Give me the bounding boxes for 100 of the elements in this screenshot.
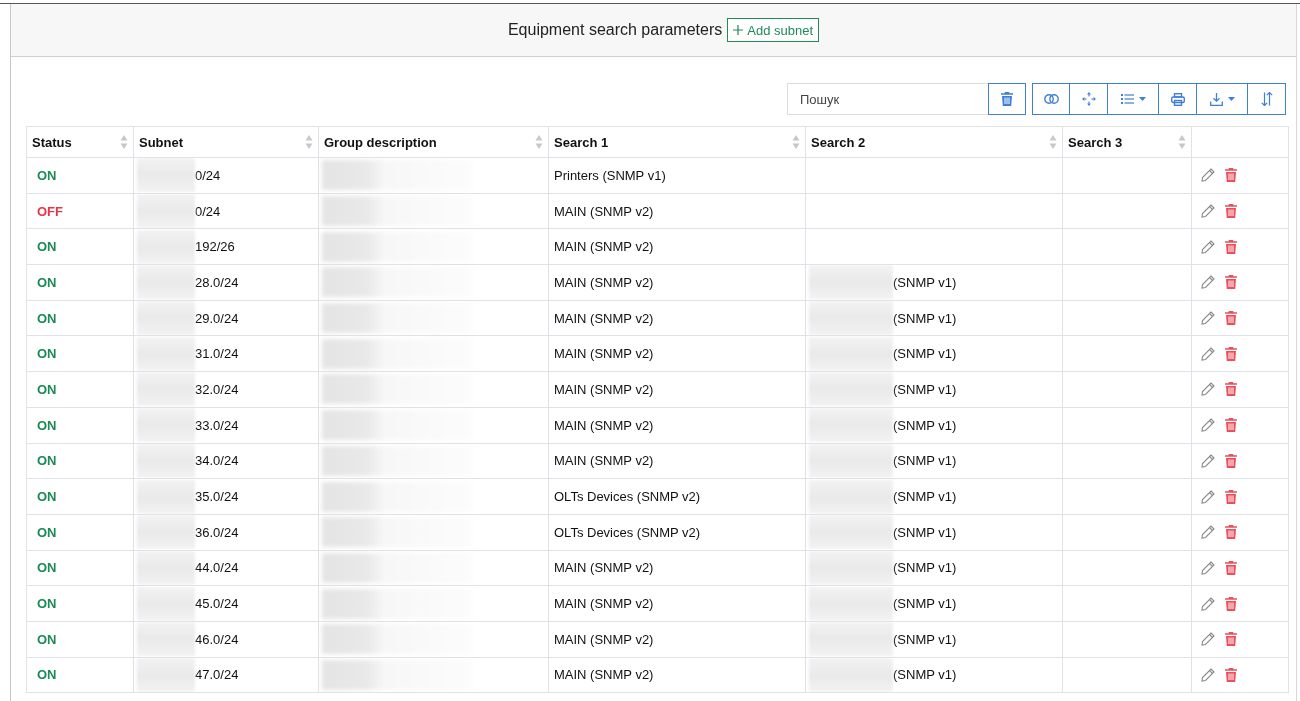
subnet-text: 192/26 bbox=[195, 239, 235, 255]
sort-button[interactable] bbox=[1248, 83, 1286, 115]
overlapping-circles-icon bbox=[1043, 94, 1059, 104]
blurred-text bbox=[137, 444, 195, 478]
toggle-button[interactable] bbox=[1032, 83, 1070, 115]
search-text: MAIN (SNMP v2) bbox=[554, 453, 654, 469]
trash-icon[interactable] bbox=[1225, 453, 1237, 468]
search-text: (SNMP v1) bbox=[893, 453, 957, 469]
trash-icon[interactable] bbox=[1225, 204, 1237, 219]
pencil-icon[interactable] bbox=[1201, 346, 1215, 361]
search-text: (SNMP v1) bbox=[893, 274, 957, 290]
subnet-text: 28.0/24 bbox=[195, 274, 239, 290]
trash-icon[interactable] bbox=[1225, 346, 1237, 361]
status-text: ON bbox=[37, 346, 57, 362]
subnet-text: 47.0/24 bbox=[195, 667, 239, 683]
search-text: (SNMP v1) bbox=[893, 631, 957, 647]
status-text: ON bbox=[37, 667, 57, 683]
pencil-icon[interactable] bbox=[1201, 525, 1215, 540]
search-text: (SNMP v1) bbox=[893, 667, 957, 683]
search-field[interactable]: Пошук bbox=[787, 83, 988, 115]
status-text: ON bbox=[37, 167, 57, 183]
search-text: (SNMP v1) bbox=[893, 417, 957, 433]
search-text: (SNMP v1) bbox=[893, 346, 957, 362]
print-button[interactable] bbox=[1159, 83, 1197, 115]
trash-icon[interactable] bbox=[1225, 275, 1237, 290]
status-text: ON bbox=[37, 596, 57, 612]
search-text: MAIN (SNMP v2) bbox=[554, 203, 654, 219]
subnet-text: 0/24 bbox=[195, 203, 221, 219]
pencil-icon[interactable] bbox=[1201, 632, 1215, 647]
pencil-icon[interactable] bbox=[1201, 239, 1215, 254]
trash-icon[interactable] bbox=[1225, 596, 1237, 611]
subnet-text: 29.0/24 bbox=[195, 310, 239, 326]
clear-search-button[interactable] bbox=[988, 83, 1026, 115]
columns-list-button[interactable] bbox=[1108, 83, 1159, 115]
plus-icon bbox=[733, 25, 744, 35]
blurred-text bbox=[137, 658, 195, 692]
blurred-text bbox=[137, 265, 195, 300]
list-icon bbox=[1120, 94, 1134, 104]
download-button[interactable] bbox=[1197, 83, 1248, 115]
trash-icon[interactable] bbox=[1225, 382, 1237, 397]
subnet-text: 44.0/24 bbox=[195, 560, 239, 576]
column-header: Subnet bbox=[139, 134, 184, 150]
pencil-icon[interactable] bbox=[1201, 596, 1215, 611]
add-subnet-button[interactable]: Add subnet bbox=[727, 18, 820, 42]
status-text: ON bbox=[37, 453, 57, 469]
status-text: ON bbox=[37, 631, 57, 647]
subnet-text: 32.0/24 bbox=[195, 381, 239, 397]
search-text: MAIN (SNMP v2) bbox=[554, 560, 654, 576]
pencil-icon[interactable] bbox=[1201, 168, 1215, 183]
trash-icon[interactable] bbox=[1225, 632, 1237, 647]
pencil-icon[interactable] bbox=[1201, 275, 1215, 290]
pencil-icon[interactable] bbox=[1201, 560, 1215, 575]
status-text: ON bbox=[37, 239, 57, 255]
subnet-text: 33.0/24 bbox=[195, 417, 239, 433]
panel-title: Equipment search parameters bbox=[507, 21, 723, 39]
pencil-icon[interactable] bbox=[1201, 382, 1215, 397]
trash-icon[interactable] bbox=[1225, 489, 1237, 504]
column-header: Status bbox=[32, 134, 72, 150]
move-button[interactable] bbox=[1070, 83, 1108, 115]
status-text: ON bbox=[37, 310, 57, 326]
trash-icon[interactable] bbox=[1225, 418, 1237, 433]
pencil-icon[interactable] bbox=[1201, 667, 1215, 682]
pencil-icon[interactable] bbox=[1201, 204, 1215, 219]
column-header: Search 1 bbox=[554, 134, 609, 150]
caret-down-icon bbox=[1227, 97, 1235, 101]
download-icon bbox=[1209, 92, 1223, 106]
search-text: MAIN (SNMP v2) bbox=[554, 417, 654, 433]
subnet-text: 0/24 bbox=[195, 167, 221, 183]
trash-icon[interactable] bbox=[1225, 560, 1237, 575]
column-header: Search 2 bbox=[811, 134, 866, 150]
pencil-icon[interactable] bbox=[1201, 311, 1215, 326]
pencil-icon[interactable] bbox=[1201, 418, 1215, 433]
search-text: MAIN (SNMP v2) bbox=[554, 346, 654, 362]
subnet-text: 46.0/24 bbox=[195, 631, 239, 647]
search-text: (SNMP v1) bbox=[893, 560, 957, 576]
subnet-text: 35.0/24 bbox=[195, 489, 239, 505]
search-text: MAIN (SNMP v2) bbox=[554, 239, 654, 255]
status-text: ON bbox=[37, 417, 57, 433]
search-text: MAIN (SNMP v2) bbox=[554, 381, 654, 397]
blurred-text bbox=[137, 301, 195, 335]
pencil-icon[interactable] bbox=[1201, 489, 1215, 504]
search-text: MAIN (SNMP v2) bbox=[554, 667, 654, 683]
search-text: OLTs Devices (SNMP v2) bbox=[554, 489, 701, 505]
trash-icon[interactable] bbox=[1225, 525, 1237, 540]
status-text: ON bbox=[37, 524, 57, 540]
trash-icon[interactable] bbox=[1225, 311, 1237, 326]
trash-icon[interactable] bbox=[1225, 239, 1237, 254]
sort-arrows-icon bbox=[1260, 92, 1273, 106]
status-text: OFF bbox=[37, 203, 63, 219]
pencil-icon[interactable] bbox=[1201, 453, 1215, 468]
blurred-text bbox=[137, 408, 195, 442]
subnet-text: 36.0/24 bbox=[195, 524, 239, 540]
search-text: (SNMP v1) bbox=[893, 524, 957, 540]
blurred-text bbox=[137, 158, 195, 193]
search-text: OLTs Devices (SNMP v2) bbox=[554, 524, 701, 540]
search-text: MAIN (SNMP v2) bbox=[554, 274, 654, 290]
trash-icon[interactable] bbox=[1225, 667, 1237, 682]
search-text: (SNMP v1) bbox=[893, 381, 957, 397]
search-text: (SNMP v1) bbox=[893, 596, 957, 612]
trash-icon[interactable] bbox=[1225, 168, 1237, 183]
